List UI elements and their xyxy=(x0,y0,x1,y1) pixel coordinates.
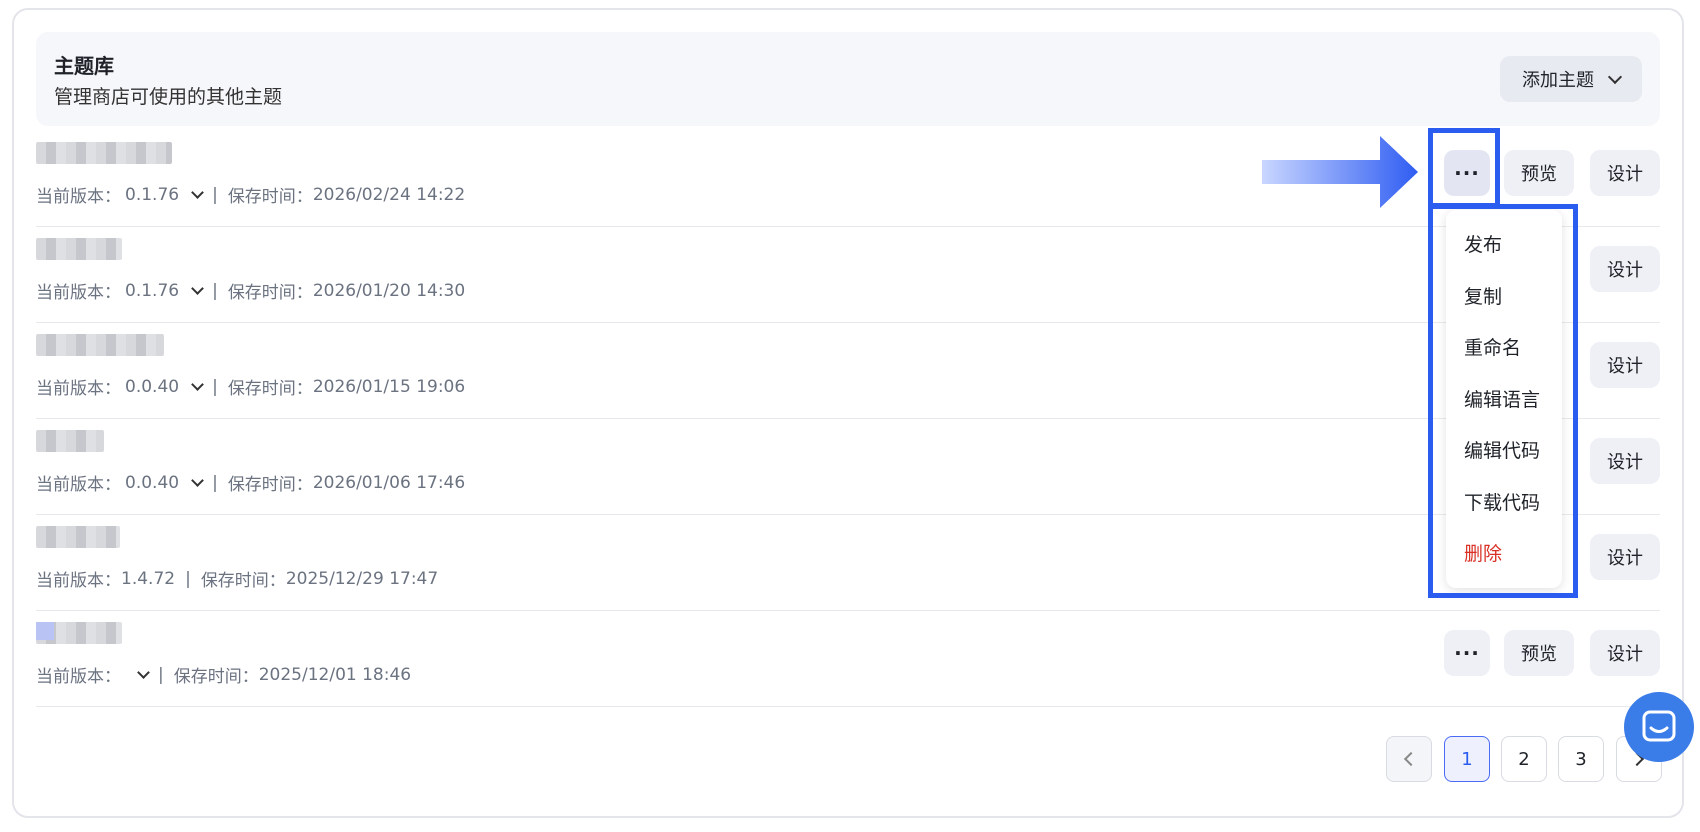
saved-label: 保存时间： xyxy=(173,667,259,687)
theme-row: 当前版本： 0.0.40 | 保存时间： 2026/01/06 17:46 xyxy=(36,418,1660,515)
pagination-prev-button[interactable] xyxy=(1386,736,1432,782)
pagination-page-1[interactable]: 1 xyxy=(1444,736,1490,782)
design-button[interactable]: 设计 xyxy=(1590,534,1660,580)
theme-meta: 当前版本： 0.1.76 | 保存时间： 2026/02/24 14:22 xyxy=(36,182,466,208)
saved-label: 保存时间： xyxy=(227,187,313,207)
version-selector[interactable]: 0.0.40 xyxy=(125,376,204,397)
saved-time: 2026/01/15 19:06 xyxy=(312,376,466,397)
chevron-down-icon xyxy=(191,281,204,295)
version-selector[interactable]: 0.0.40 xyxy=(125,472,204,493)
preview-button[interactable]: 预览 xyxy=(1504,150,1574,196)
saved-time: 2025/12/01 18:46 xyxy=(258,664,412,685)
version-value: 0.1.76 xyxy=(125,280,180,301)
version-label: 当前版本： xyxy=(36,667,121,687)
separator: | xyxy=(185,568,191,589)
version-label: 当前版本： xyxy=(36,475,121,495)
theme-row: 当前版本： 0.0.40 | 保存时间： 2026/01/15 19:06 xyxy=(36,322,1660,419)
separator: | xyxy=(212,184,218,205)
version-value: 1.4.72 xyxy=(121,568,176,589)
theme-meta: 当前版本： 0.1.76 | 保存时间： 2026/01/20 14:30 xyxy=(36,278,466,304)
theme-name-blurred xyxy=(36,430,104,452)
theme-name-blurred xyxy=(36,622,122,644)
saved-time: 2026/01/20 14:30 xyxy=(312,280,466,301)
version-value: 0.0.40 xyxy=(125,376,180,397)
theme-row: 当前版本： | 保存时间： 2025/12/01 18:46 xyxy=(36,610,1660,707)
chat-support-button[interactable] xyxy=(1624,692,1694,762)
chevron-down-icon xyxy=(191,473,204,487)
design-button[interactable]: 设计 xyxy=(1590,438,1660,484)
design-button[interactable]: 设计 xyxy=(1590,246,1660,292)
saved-label: 保存时间： xyxy=(200,571,286,591)
separator: | xyxy=(212,376,218,397)
saved-time: 2026/02/24 14:22 xyxy=(312,184,466,205)
theme-name-blurred xyxy=(36,334,164,356)
design-button[interactable]: 设计 xyxy=(1590,150,1660,196)
version-label: 当前版本： xyxy=(36,379,121,399)
theme-name-blurred xyxy=(36,526,120,548)
version-label: 当前版本： xyxy=(36,187,121,207)
separator: | xyxy=(212,472,218,493)
annotation-arrow-icon xyxy=(1262,136,1418,208)
theme-library-header: 主题库 管理商店可使用的其他主题 添加主题 xyxy=(36,32,1660,126)
saved-label: 保存时间： xyxy=(227,475,313,495)
theme-name-blurred xyxy=(36,238,122,260)
version-selector[interactable]: 0.1.76 xyxy=(125,184,204,205)
chevron-down-icon xyxy=(1607,69,1623,84)
theme-meta: 当前版本： 1.4.72 | 保存时间： 2025/12/29 17:47 xyxy=(36,566,439,592)
highlight-box-more-button xyxy=(1428,128,1500,208)
version-value: 0.1.76 xyxy=(125,184,180,205)
saved-time: 2026/01/06 17:46 xyxy=(312,472,466,493)
design-button[interactable]: 设计 xyxy=(1590,342,1660,388)
add-theme-button[interactable]: 添加主题 xyxy=(1500,56,1642,102)
version-value: 0.0.40 xyxy=(125,472,180,493)
separator: | xyxy=(212,280,218,301)
theme-row: 当前版本： 0.1.76 | 保存时间： 2026/01/20 14:30 xyxy=(36,226,1660,323)
design-button[interactable]: 设计 xyxy=(1590,630,1660,676)
preview-button[interactable]: 预览 xyxy=(1504,630,1574,676)
chevron-left-icon xyxy=(1403,751,1419,767)
more-actions-button[interactable]: ··· xyxy=(1444,630,1490,676)
page-subtitle: 管理商店可使用的其他主题 xyxy=(54,86,283,108)
saved-label: 保存时间： xyxy=(227,283,313,303)
version-label: 当前版本： xyxy=(36,283,121,303)
add-theme-label: 添加主题 xyxy=(1522,70,1594,91)
chat-icon xyxy=(1642,710,1676,742)
page-title: 主题库 xyxy=(54,54,114,78)
highlight-box-dropdown xyxy=(1428,204,1578,598)
saved-time: 2025/12/29 17:47 xyxy=(285,568,439,589)
version-label: 当前版本： xyxy=(36,571,121,591)
theme-meta: 当前版本： 0.0.40 | 保存时间： 2026/01/15 19:06 xyxy=(36,374,466,400)
chevron-down-icon xyxy=(137,665,150,679)
chevron-down-icon xyxy=(191,377,204,391)
version-selector[interactable] xyxy=(125,665,150,679)
theme-meta: 当前版本： 0.0.40 | 保存时间： 2026/01/06 17:46 xyxy=(36,470,466,496)
saved-label: 保存时间： xyxy=(227,379,313,399)
pagination-page-2[interactable]: 2 xyxy=(1501,736,1547,782)
theme-row: 当前版本： 1.4.72 | 保存时间： 2025/12/29 17:47 xyxy=(36,514,1660,611)
theme-name-blurred xyxy=(36,142,172,164)
chevron-down-icon xyxy=(191,185,204,199)
pagination-page-3[interactable]: 3 xyxy=(1558,736,1604,782)
theme-meta: 当前版本： | 保存时间： 2025/12/01 18:46 xyxy=(36,662,412,688)
version-selector[interactable]: 0.1.76 xyxy=(125,280,204,301)
separator: | xyxy=(158,664,164,685)
